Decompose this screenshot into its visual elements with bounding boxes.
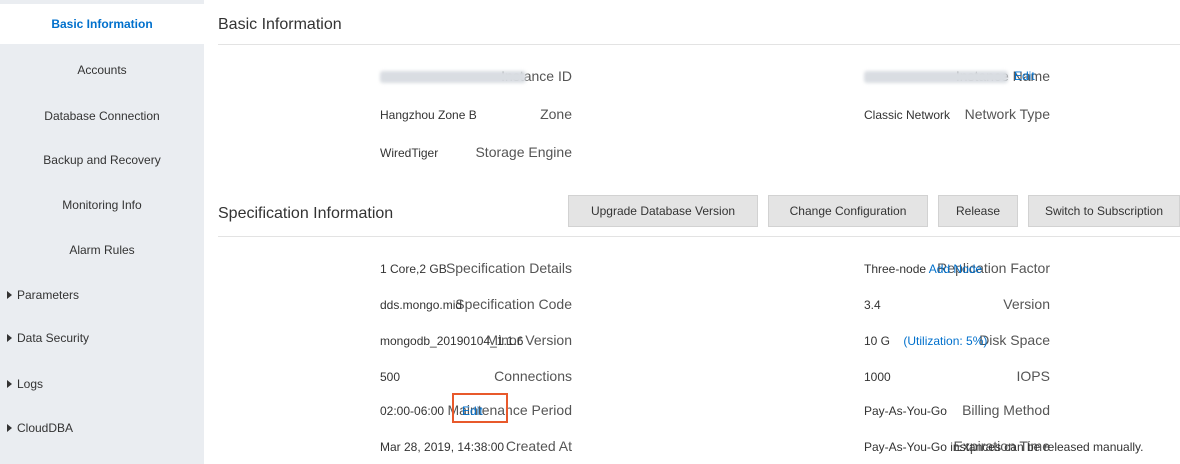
sidebar-item-label: CloudDBA <box>17 421 74 435</box>
change-configuration-button[interactable]: Change Configuration <box>768 195 928 227</box>
sidebar-item-label: Alarm Rules <box>69 243 135 257</box>
disk-space-text: 10 G <box>864 334 891 348</box>
version-label: Version <box>1003 296 1050 312</box>
instance-name-value-redacted <box>864 71 1008 83</box>
caret-right-icon <box>7 380 12 388</box>
sidebar-item-label: Basic Information <box>51 17 153 31</box>
disk-space-value: 10 G (Utilization: 5%) <box>864 334 987 348</box>
sidebar-item-logs[interactable]: Logs <box>0 364 204 404</box>
sidebar: Basic Information Accounts Database Conn… <box>0 0 204 464</box>
specification-details-label: Specification Details <box>445 260 572 276</box>
maintenance-edit-highlight <box>452 393 508 423</box>
version-value: 3.4 <box>864 298 881 312</box>
sidebar-item-label: Parameters <box>17 288 80 302</box>
specification-code-value: dds.mongo.mid <box>380 298 463 312</box>
switch-to-subscription-button[interactable]: Switch to Subscription <box>1028 195 1180 227</box>
divider <box>218 236 1180 237</box>
sidebar-item-alarm-rules[interactable]: Alarm Rules <box>0 230 204 270</box>
sidebar-item-data-security[interactable]: Data Security <box>0 318 204 358</box>
network-type-label: Network Type <box>964 106 1050 122</box>
iops-value: 1000 <box>864 370 891 384</box>
release-button[interactable]: Release <box>938 195 1018 227</box>
specification-information-title: Specification Information <box>218 205 394 222</box>
connections-value: 500 <box>380 370 401 384</box>
billing-method-value: Pay-As-You-Go <box>864 404 947 418</box>
created-at-label: Created At <box>505 438 572 454</box>
expiration-time-value: Pay-As-You-Go instances can be released … <box>864 440 1144 454</box>
billing-method-label: Billing Method <box>962 402 1050 418</box>
instance-id-value-redacted <box>380 71 526 83</box>
caret-right-icon <box>7 424 12 432</box>
upgrade-database-version-button[interactable]: Upgrade Database Version <box>568 195 758 227</box>
sidebar-item-label: Accounts <box>77 63 127 77</box>
sidebar-item-clouddba[interactable]: CloudDBA <box>0 408 204 448</box>
sidebar-item-label: Data Security <box>17 331 90 345</box>
replication-factor-text: Three-node <box>864 262 927 276</box>
caret-right-icon <box>7 334 12 342</box>
disk-utilization-link[interactable]: (Utilization: 5%) <box>903 334 987 348</box>
add-node-link[interactable]: Add Node <box>929 262 982 276</box>
storage-engine-label: Storage Engine <box>475 144 572 160</box>
iops-label: IOPS <box>1016 368 1050 384</box>
basic-information-title: Basic Information <box>218 16 342 33</box>
specification-code-label: Specification Code <box>455 296 572 312</box>
instance-name-edit-link[interactable]: Edit <box>1014 69 1035 83</box>
sidebar-item-monitoring-info[interactable]: Monitoring Info <box>0 185 204 225</box>
network-type-value: Classic Network <box>864 108 951 122</box>
created-at-value: Mar 28, 2019, 14:38:00 <box>380 440 505 454</box>
sidebar-item-label: Monitoring Info <box>62 198 142 212</box>
maintenance-period-value: 02:00-06:00 <box>380 404 445 418</box>
zone-label: Zone <box>540 106 572 122</box>
divider <box>218 44 1180 45</box>
sidebar-item-database-connection[interactable]: Database Connection <box>0 96 204 136</box>
zone-value: Hangzhou Zone B <box>380 108 477 122</box>
replication-factor-value: Three-node Add Node <box>864 262 982 276</box>
sidebar-item-accounts[interactable]: Accounts <box>0 50 204 90</box>
minor-version-value: mongodb_20190104_1.1.6 <box>380 334 524 348</box>
disk-space-label: Disk Space <box>979 332 1050 348</box>
sidebar-item-label: Database Connection <box>44 109 160 123</box>
specification-details-value: 1 Core,2 GB <box>380 262 447 276</box>
caret-right-icon <box>7 291 12 299</box>
storage-engine-value: WiredTiger <box>380 146 439 160</box>
main-content: Basic Information Instance ID Instance N… <box>204 0 1180 464</box>
sidebar-item-parameters[interactable]: Parameters <box>0 275 204 315</box>
sidebar-item-basic-information[interactable]: Basic Information <box>0 4 204 44</box>
connections-label: Connections <box>494 368 572 384</box>
sidebar-item-label: Backup and Recovery <box>43 153 161 167</box>
sidebar-item-backup-and-recovery[interactable]: Backup and Recovery <box>0 140 204 180</box>
sidebar-item-label: Logs <box>17 377 44 391</box>
